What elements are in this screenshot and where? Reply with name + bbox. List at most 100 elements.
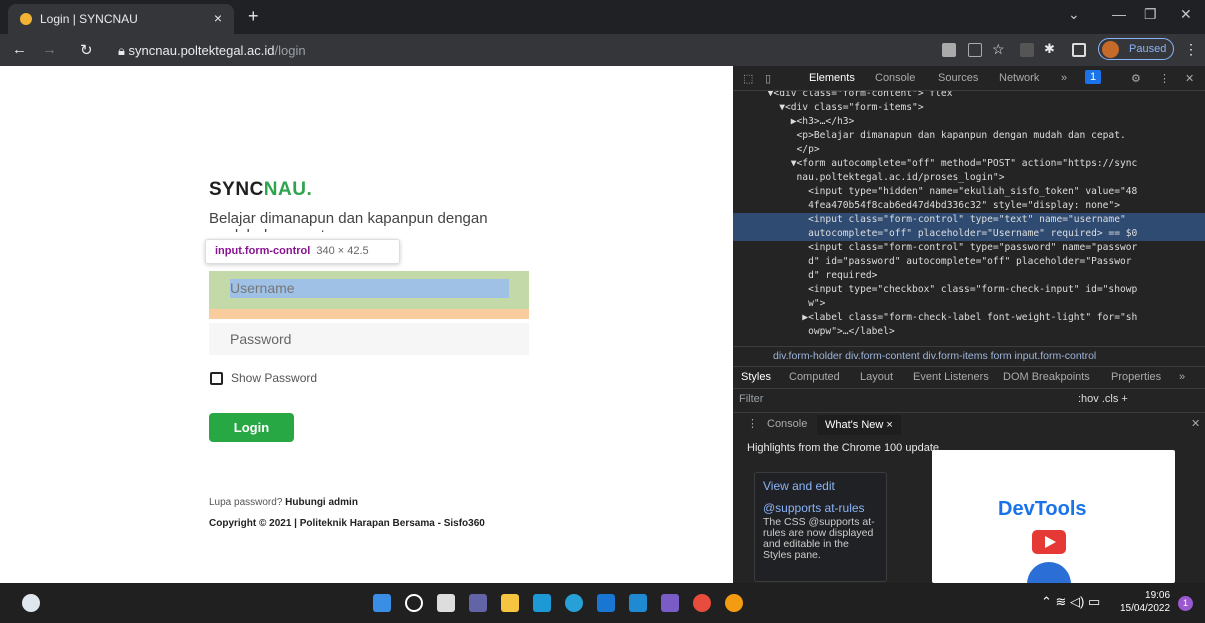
dom-line[interactable]: nau.poltektegal.ac.id/proses_login"> — [733, 171, 1205, 185]
back-icon[interactable]: ← — [12, 41, 27, 58]
new-tab-icon[interactable]: + — [248, 6, 259, 27]
tab-layout[interactable]: Layout — [860, 367, 893, 387]
notification-badge[interactable]: 1 — [1178, 596, 1193, 611]
tab-styles[interactable]: Styles — [741, 367, 771, 387]
tab-sources[interactable]: Sources — [938, 72, 978, 84]
password-input[interactable]: Password — [209, 323, 529, 355]
menu-kebab-icon[interactable]: ⋮ — [1184, 41, 1198, 58]
card-subtitle: @supports at-rules — [763, 501, 865, 515]
side-panel-icon[interactable] — [1072, 43, 1086, 57]
profile-paused-button[interactable]: Paused — [1098, 38, 1174, 60]
dom-line[interactable]: <input type="checkbox" class="form-check… — [733, 283, 1205, 297]
dom-line[interactable]: </p> — [733, 143, 1205, 157]
bookmark-star-icon[interactable]: ☆ — [992, 41, 1005, 58]
login-button[interactable]: Login — [209, 413, 294, 442]
login-page: SYNCNAU. Belajar dimanapun dan kapanpun … — [0, 66, 733, 583]
dom-line[interactable]: ▼<form autocomplete="off" method="POST" … — [733, 157, 1205, 171]
inspect-element-icon[interactable]: ⬚ — [743, 72, 753, 85]
tab-network[interactable]: Network — [999, 72, 1039, 84]
maximize-icon[interactable]: ❐ — [1144, 6, 1157, 23]
windows-taskbar: ⌃ ≋ ◁) ▭ 19:06 15/04/2022 1 — [0, 583, 1205, 623]
extension-icon[interactable] — [1020, 43, 1034, 57]
system-tray-icons[interactable]: ⌃ ≋ ◁) ▭ — [1041, 594, 1100, 610]
contact-admin-link[interactable]: Hubungi admin — [285, 497, 358, 508]
devtools-drawer-tabs: ⋮ Console What's New × ✕ — [733, 412, 1205, 436]
dom-line[interactable]: ▼<div class="form-content"> flex — [733, 91, 1205, 101]
dom-line[interactable]: 4fea470b54f8cab6ed47d4bd336c32" style="d… — [733, 199, 1205, 213]
tab-dom-breakpoints[interactable]: DOM Breakpoints — [1003, 367, 1090, 387]
tab-properties[interactable]: Properties — [1111, 367, 1161, 387]
reload-icon[interactable]: ↻ — [80, 41, 93, 59]
dom-line[interactable]: ▼<div class="form-items"> — [733, 101, 1205, 115]
username-input[interactable]: Username — [230, 279, 509, 298]
dom-line[interactable]: autocomplete="off" placeholder="Username… — [733, 227, 1205, 241]
store-icon[interactable] — [597, 594, 615, 612]
chrome-icon[interactable] — [693, 594, 711, 612]
close-tab-icon[interactable]: × — [214, 10, 222, 26]
drawer-menu-icon[interactable]: ⋮ — [747, 413, 758, 435]
device-toolbar-icon[interactable]: ▯ — [765, 72, 771, 85]
show-password-label[interactable]: Show Password — [231, 371, 317, 385]
drawer-tab-console[interactable]: Console — [767, 413, 807, 435]
dom-line[interactable]: owpw">…</label> — [733, 325, 1205, 339]
start-icon[interactable] — [373, 594, 391, 612]
drawer-tab-whats-new[interactable]: What's New × — [817, 415, 901, 435]
dom-line[interactable]: d" required> — [733, 269, 1205, 283]
file-explorer-icon[interactable] — [501, 594, 519, 612]
browser-tab[interactable]: Login | SYNCNAU × — [8, 4, 234, 34]
dom-line[interactable]: <input class="form-control" type="passwo… — [733, 241, 1205, 255]
issues-badge[interactable]: 1 — [1085, 70, 1102, 84]
tab-event-listeners[interactable]: Event Listeners — [913, 367, 989, 387]
task-view-icon[interactable] — [437, 594, 455, 612]
devtools-panel: ⬚ ▯ Elements Console Sources Network » 1… — [733, 66, 1205, 592]
dom-line[interactable]: <input type="hidden" name="ekuliah_sisfo… — [733, 185, 1205, 199]
url-host: syncnau.poltektegal.ac.id — [128, 43, 275, 58]
close-window-icon[interactable]: ✕ — [1180, 6, 1192, 23]
vscode-icon[interactable] — [629, 594, 647, 612]
card-title: View and edit — [763, 479, 835, 493]
dom-tree[interactable]: ▼<div class="form-content"> flex ▼<div c… — [733, 91, 1205, 346]
share-icon[interactable] — [968, 43, 982, 57]
thumbnail-title: DevTools — [998, 498, 1087, 520]
close-devtools-icon[interactable]: ✕ — [1185, 72, 1194, 85]
whats-new-video-thumbnail[interactable]: DevTools — [932, 450, 1175, 592]
show-password-checkbox[interactable] — [210, 372, 223, 385]
dom-line[interactable]: ▶<h3>…</h3> — [733, 115, 1205, 129]
app-icon[interactable] — [661, 594, 679, 612]
more-tabs-icon[interactable]: » — [1061, 72, 1067, 84]
tab-console[interactable]: Console — [875, 72, 915, 84]
minimize-icon[interactable]: — — [1112, 6, 1126, 22]
dom-line[interactable]: ▶<label class="form-check-label font-wei… — [733, 311, 1205, 325]
dom-line[interactable]: d" id="password" autocomplete="off" plac… — [733, 255, 1205, 269]
search-icon[interactable] — [405, 594, 423, 612]
chrome-canary-icon[interactable] — [725, 594, 743, 612]
tab-computed[interactable]: Computed — [789, 367, 840, 387]
styles-filter-tools[interactable]: :hov .cls + — [1078, 389, 1128, 409]
dom-line[interactable]: <p>Belajar dimanapun dan kapanpun dengan… — [733, 129, 1205, 143]
browser-tab-bar: Login | SYNCNAU × + ⌄ — ❐ ✕ — [0, 0, 1205, 34]
settings-gear-icon[interactable]: ⚙ — [1131, 72, 1141, 85]
devtools-tabs: ⬚ ▯ Elements Console Sources Network » 1… — [733, 66, 1205, 91]
edge-icon[interactable] — [565, 594, 583, 612]
app-l-icon[interactable] — [533, 594, 551, 612]
dom-breadcrumbs[interactable]: div.form-holder div.form-content div.for… — [733, 346, 1205, 366]
play-video-icon[interactable] — [1032, 530, 1066, 554]
clock[interactable]: 19:06 15/04/2022 — [1120, 589, 1170, 615]
forward-icon[interactable]: → — [42, 41, 57, 58]
styles-filter-input[interactable]: Filter :hov .cls + — [733, 388, 1205, 408]
inspect-tooltip: input.form-control 340 × 42.5 — [205, 239, 400, 264]
dom-line[interactable]: w"> — [733, 297, 1205, 311]
tab-title: Login | SYNCNAU — [40, 12, 138, 26]
extensions-puzzle-icon[interactable]: ✱ — [1044, 41, 1055, 57]
translate-icon[interactable] — [942, 43, 956, 57]
more-style-tabs-icon[interactable]: » — [1179, 367, 1185, 387]
url-bar[interactable]: 🔒︎ syncnau.poltektegal.ac.id/login — [118, 39, 908, 63]
devtools-menu-icon[interactable]: ⋮ — [1159, 72, 1170, 85]
dom-line[interactable]: <input class="form-control" type="text" … — [733, 213, 1205, 227]
tab-elements[interactable]: Elements — [809, 72, 855, 84]
tab-search-icon[interactable]: ⌄ — [1068, 6, 1080, 23]
whats-new-card[interactable]: View and edit @supports at-rules The CSS… — [754, 472, 887, 582]
teams-chat-icon[interactable] — [469, 594, 487, 612]
weather-icon[interactable] — [22, 594, 40, 612]
close-drawer-icon[interactable]: ✕ — [1191, 413, 1200, 435]
